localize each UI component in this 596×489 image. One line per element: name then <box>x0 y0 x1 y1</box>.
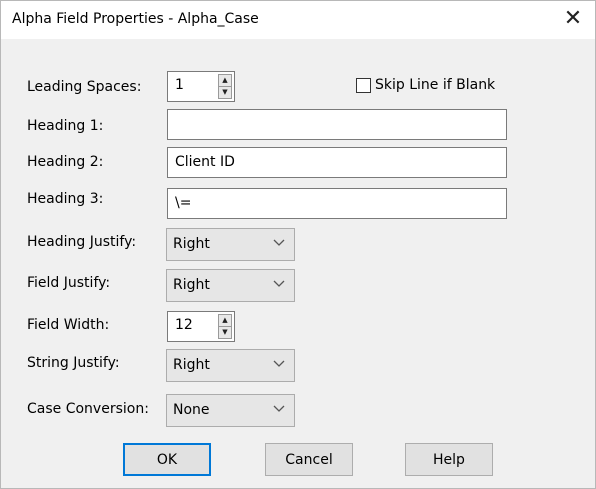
heading2-label: Heading 2: <box>27 154 104 170</box>
heading-justify-label: Heading Justify: <box>27 234 137 250</box>
chevron-down-icon <box>273 405 285 412</box>
field-width-stepper[interactable]: 12 ▲ ▼ <box>167 311 235 342</box>
field-justify-label: Field Justify: <box>27 275 111 291</box>
case-conversion-value: None <box>173 402 210 418</box>
heading3-input[interactable]: \= <box>167 188 507 219</box>
chevron-down-icon <box>273 239 285 246</box>
spin-down-icon[interactable]: ▼ <box>218 87 232 99</box>
skip-line-label: Skip Line if Blank <box>375 77 496 93</box>
heading-justify-select[interactable]: Right <box>166 228 295 261</box>
dialog-window: Alpha Field Properties - Alpha_Case ✕ Le… <box>0 0 596 489</box>
chevron-down-icon <box>273 280 285 287</box>
leading-spaces-spin-buttons: ▲ ▼ <box>218 74 232 99</box>
field-width-spin-buttons: ▲ ▼ <box>218 314 232 339</box>
spin-up-icon[interactable]: ▲ <box>218 74 232 87</box>
spin-up-icon[interactable]: ▲ <box>218 314 232 327</box>
help-button[interactable]: Help <box>405 443 493 476</box>
case-conversion-label: Case Conversion: <box>27 401 149 417</box>
window-title: Alpha Field Properties - Alpha_Case <box>12 11 259 27</box>
heading-justify-value: Right <box>173 236 210 252</box>
string-justify-label: String Justify: <box>27 355 120 371</box>
field-justify-value: Right <box>173 277 210 293</box>
heading1-input[interactable] <box>167 109 507 140</box>
chevron-down-icon <box>273 360 285 367</box>
skip-line-checkbox[interactable] <box>356 77 371 93</box>
ok-button[interactable]: OK <box>123 443 211 476</box>
leading-spaces-label: Leading Spaces: <box>27 79 142 95</box>
leading-spaces-stepper[interactable]: 1 ▲ ▼ <box>167 71 235 102</box>
field-width-value[interactable]: 12 <box>175 317 193 333</box>
heading2-value: Client ID <box>175 154 235 170</box>
cancel-button[interactable]: Cancel <box>265 443 353 476</box>
spin-down-icon[interactable]: ▼ <box>218 327 232 339</box>
heading3-value: \= <box>175 195 192 211</box>
heading2-input[interactable]: Client ID <box>167 147 507 178</box>
leading-spaces-value[interactable]: 1 <box>175 77 184 93</box>
case-conversion-select[interactable]: None <box>166 394 295 427</box>
skip-line-checkbox-row[interactable]: Skip Line if Blank <box>356 77 495 93</box>
string-justify-select[interactable]: Right <box>166 349 295 382</box>
close-icon[interactable]: ✕ <box>559 5 587 33</box>
heading1-label: Heading 1: <box>27 118 104 134</box>
string-justify-value: Right <box>173 357 210 373</box>
heading3-label: Heading 3: <box>27 191 104 207</box>
field-width-label: Field Width: <box>27 317 110 333</box>
title-bar: Alpha Field Properties - Alpha_Case ✕ <box>1 1 595 39</box>
field-justify-select[interactable]: Right <box>166 269 295 302</box>
